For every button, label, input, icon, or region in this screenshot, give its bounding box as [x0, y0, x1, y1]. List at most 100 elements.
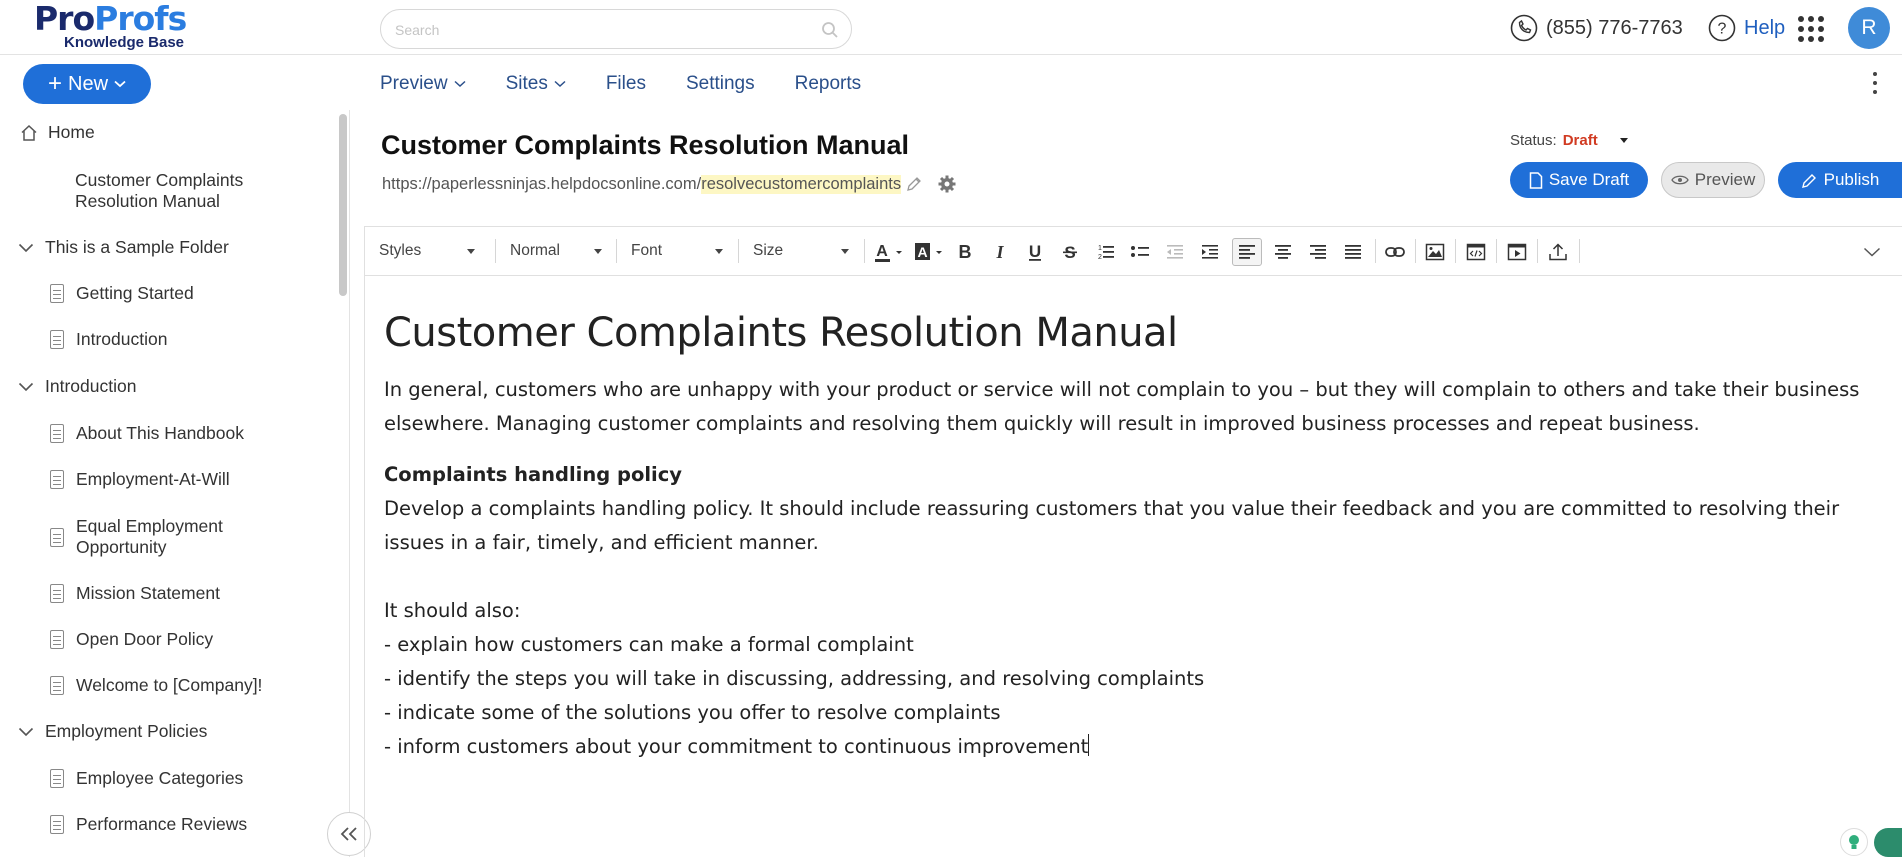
edit-pencil-icon[interactable]: [905, 175, 923, 193]
align-center-button[interactable]: [1270, 239, 1296, 265]
caret-down-icon: [1619, 138, 1628, 143]
sidebar-item-getting-started[interactable]: Getting Started: [48, 283, 194, 304]
chevron-down-icon[interactable]: [17, 722, 35, 742]
font-dropdown[interactable]: Font: [631, 239, 727, 263]
svg-text:A: A: [917, 244, 927, 260]
editor-panel: Styles Normal Font Size A A B I U S 12 C…: [364, 226, 1902, 857]
lightbulb-icon[interactable]: [1840, 828, 1868, 856]
sidebar-item-label: Equal Employment Opportunity: [76, 516, 223, 557]
status-label: Status:: [1510, 132, 1557, 149]
sidebar-folder-employment-policies[interactable]: Employment Policies: [17, 721, 207, 742]
nav-preview[interactable]: Preview: [380, 70, 466, 98]
sidebar-scrollbar[interactable]: [339, 114, 347, 296]
outdent-button[interactable]: [1162, 239, 1188, 265]
sidebar-folder-introduction[interactable]: Introduction: [17, 376, 136, 397]
chat-widget-icon[interactable]: [1874, 828, 1902, 857]
new-button-label: New: [68, 72, 109, 95]
nav-reports[interactable]: Reports: [795, 70, 862, 98]
sidebar-item-employee-categories[interactable]: Employee Categories: [48, 768, 243, 789]
sidebar-item-current-page[interactable]: Customer Complaints Resolution Manual: [75, 170, 275, 212]
nav-settings[interactable]: Settings: [686, 70, 755, 98]
sidebar-item-label: Performance Reviews: [76, 814, 248, 834]
align-left-button[interactable]: [1232, 238, 1262, 266]
bold-button[interactable]: B: [952, 239, 978, 265]
background-color-icon: A: [915, 243, 942, 260]
eye-icon: [1671, 175, 1689, 185]
url-slug[interactable]: resolvecustomercomplaints: [701, 174, 902, 194]
svg-text:?: ?: [1718, 21, 1727, 38]
document-icon: [48, 527, 66, 547]
document-icon: [48, 584, 66, 604]
align-right-button[interactable]: [1305, 239, 1331, 265]
nav-files[interactable]: Files: [606, 70, 646, 98]
toolbar-divider: [1579, 239, 1580, 263]
sidebar-item-about-handbook[interactable]: About This Handbook: [48, 423, 244, 444]
home-icon: [20, 123, 38, 143]
underline-button[interactable]: U: [1022, 239, 1048, 265]
phone-contact[interactable]: (855) 776-7763: [1510, 14, 1683, 42]
sidebar-folder-sample[interactable]: This is a Sample Folder: [17, 237, 229, 258]
size-dropdown[interactable]: Size: [753, 239, 853, 263]
bulleted-list-button[interactable]: [1127, 239, 1153, 265]
article-title[interactable]: Customer Complaints Resolution Manual: [381, 130, 909, 161]
text-color-button[interactable]: A: [871, 239, 907, 265]
intro-paragraph-line-2: elsewhere. Managing customer complaints …: [384, 412, 1700, 435]
toolbar-divider: [1537, 239, 1538, 263]
justify-button[interactable]: [1340, 239, 1366, 265]
styles-dropdown[interactable]: Styles: [379, 239, 479, 263]
sidebar-item-employment-at-will[interactable]: Employment-At-Will: [48, 469, 230, 490]
user-avatar[interactable]: R: [1848, 7, 1890, 49]
sidebar-item-introduction[interactable]: Introduction: [48, 329, 167, 350]
document-icon: [48, 330, 66, 350]
help-link[interactable]: ? Help: [1708, 14, 1785, 42]
save-draft-button[interactable]: Save Draft: [1510, 162, 1648, 198]
sidebar-item-equal-employment[interactable]: Equal Employment Opportunity: [48, 516, 268, 558]
search-input[interactable]: [395, 20, 795, 40]
sidebar-item-mission-statement[interactable]: Mission Statement: [48, 583, 220, 604]
text-color-icon: A: [875, 243, 902, 262]
sidebar-item-open-door-policy[interactable]: Open Door Policy: [48, 629, 213, 650]
upload-button[interactable]: [1545, 239, 1571, 265]
strikethrough-button[interactable]: S: [1057, 239, 1083, 265]
italic-button[interactable]: I: [987, 239, 1013, 265]
publish-button[interactable]: Publish: [1778, 162, 1902, 198]
search-icon[interactable]: [821, 21, 839, 39]
sidebar-item-performance-reviews[interactable]: Performance Reviews: [48, 814, 247, 835]
file-icon: [1529, 171, 1543, 189]
insert-link-button[interactable]: [1382, 239, 1408, 265]
new-button[interactable]: + New: [23, 64, 151, 104]
font-dropdown-label: Font: [631, 242, 663, 259]
sidebar-item-label: This is a Sample Folder: [45, 237, 229, 257]
toolbar-expand-button[interactable]: [1859, 239, 1885, 265]
sidebar-item-home[interactable]: Home: [20, 122, 95, 143]
insert-image-button[interactable]: [1422, 239, 1448, 265]
document-icon: [48, 769, 66, 789]
nav-sites[interactable]: Sites: [506, 70, 566, 98]
sidebar-item-welcome[interactable]: Welcome to [Company]!: [48, 675, 262, 696]
chevron-down-icon[interactable]: [17, 377, 35, 397]
chevron-down-icon[interactable]: [17, 238, 35, 258]
background-color-button[interactable]: A: [911, 239, 947, 265]
indent-button[interactable]: [1197, 239, 1223, 265]
apps-grid-icon[interactable]: [1798, 16, 1824, 42]
sidebar-item-label: Getting Started: [76, 283, 194, 303]
policy-subheading: Complaints handling policy: [384, 463, 682, 486]
numbered-list-button[interactable]: 12: [1092, 239, 1118, 265]
save-draft-label: Save Draft: [1548, 170, 1630, 189]
toolbar-divider: [738, 239, 739, 263]
video-icon: [1507, 243, 1527, 261]
proprofs-logo[interactable]: ProProfs Knowledge Base: [34, 2, 194, 52]
intro-paragraph-line-1: In general, customers who are unhappy wi…: [384, 378, 1860, 401]
document-icon: [48, 470, 66, 490]
search-box[interactable]: [380, 9, 852, 49]
more-options-icon[interactable]: [1873, 72, 1879, 94]
gear-icon[interactable]: [937, 174, 957, 194]
format-dropdown[interactable]: Normal: [510, 239, 606, 263]
list-item: - identify the steps you will take in di…: [384, 667, 1205, 690]
status-indicator[interactable]: Status: Draft: [1510, 132, 1628, 149]
toolbar-divider: [1375, 239, 1376, 263]
embed-code-button[interactable]: [1463, 239, 1489, 265]
publish-label: Publish: [1823, 170, 1880, 189]
insert-video-button[interactable]: [1504, 239, 1530, 265]
preview-button[interactable]: Preview: [1661, 162, 1765, 198]
